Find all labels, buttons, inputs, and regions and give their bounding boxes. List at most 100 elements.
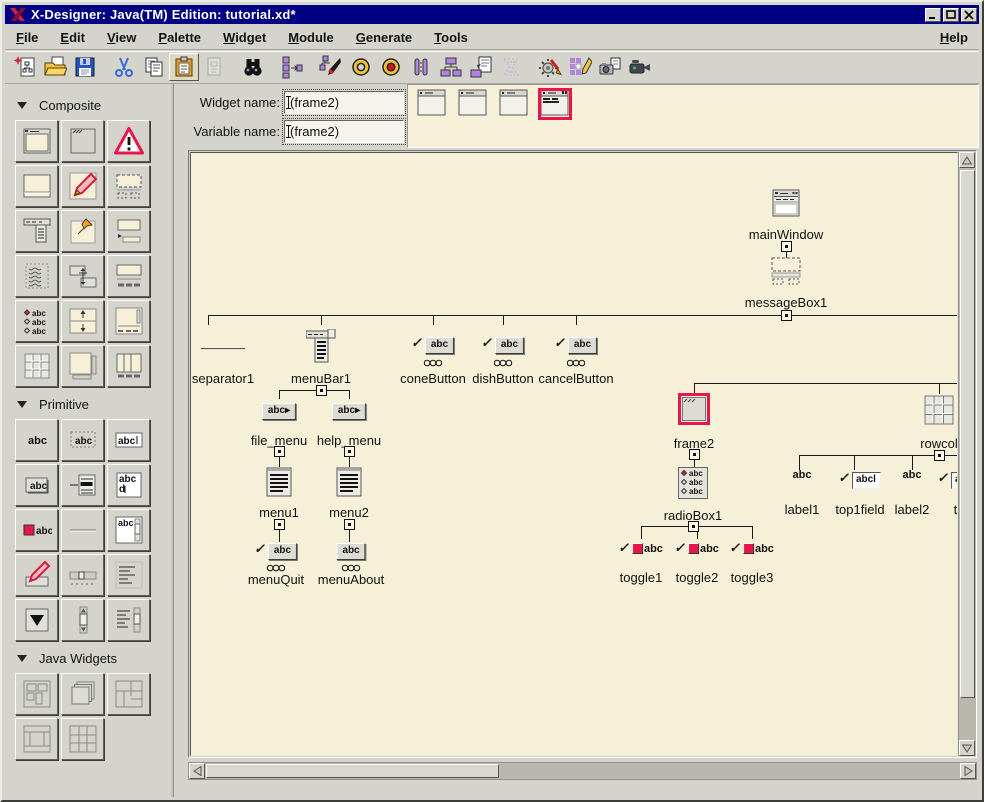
tree-node-menu1-icon[interactable]	[266, 467, 292, 497]
tree-node-frame2-expand-box[interactable]	[689, 449, 700, 460]
collapse-triangle-icon[interactable]	[17, 102, 27, 109]
structure-colors-button[interactable]	[316, 53, 346, 81]
vertical-scroll-thumb[interactable]	[960, 170, 975, 698]
palette-menubar-button[interactable]	[15, 210, 58, 252]
tree-node-coneButton-icon[interactable]: ✓abc	[412, 337, 454, 354]
paste-button[interactable]	[169, 53, 199, 81]
menu-help[interactable]: Help	[929, 27, 979, 48]
widget-name-input[interactable]: (frame2)	[284, 91, 404, 114]
edit-resources-button[interactable]	[535, 53, 565, 81]
tree-node-menuBar1-expand-box[interactable]	[316, 385, 327, 396]
palette-file-selection-button[interactable]	[107, 300, 150, 342]
palette-paned-vertical-button[interactable]	[61, 300, 104, 342]
horizontal-scroll-thumb[interactable]	[206, 764, 499, 778]
tree-node-frame2-icon[interactable]	[678, 393, 710, 425]
capture-button[interactable]	[595, 53, 625, 81]
tree-node-radioBox1-expand-box[interactable]	[688, 521, 699, 532]
tree-node-dishButton-icon[interactable]: ✓abc	[482, 337, 524, 354]
tree-node-label1-label[interactable]: label1	[785, 502, 820, 517]
collapse-triangle-icon[interactable]	[17, 655, 27, 662]
tree-node-top1field-icon[interactable]: ✓abcl	[839, 472, 881, 489]
tree-node-mainWindow-expand-box[interactable]	[781, 241, 792, 252]
palette-grid-button[interactable]	[15, 345, 58, 387]
widget-hierarchy-button[interactable]	[436, 53, 466, 81]
tree-node-messageBox1-label[interactable]: messageBox1	[745, 295, 827, 310]
vertical-scrollbar[interactable]	[958, 152, 976, 756]
tree-node-separator1-label[interactable]: separator1	[192, 371, 254, 386]
new-design-button[interactable]	[10, 53, 40, 81]
menu-file[interactable]: File	[5, 27, 49, 48]
palette-gridbag-layout-button[interactable]	[107, 673, 150, 715]
palette-list-button[interactable]	[107, 554, 150, 596]
tree-node-file_menu-expand-box[interactable]	[274, 446, 285, 457]
tree-node-menuAbout-icon[interactable]: abc	[336, 543, 365, 560]
open-file-button[interactable]	[40, 53, 70, 81]
collapse-triangle-icon[interactable]	[17, 401, 27, 408]
shell-button-3[interactable]	[498, 89, 530, 119]
tree-node-label2-icon[interactable]: abc	[903, 474, 922, 475]
shell-button-1[interactable]	[416, 89, 448, 119]
tree-node-toggle2-label[interactable]: toggle2	[676, 570, 719, 585]
palette-arrow-button-button[interactable]	[15, 599, 58, 641]
tree-node-help_menu-icon[interactable]: abc▸	[332, 403, 366, 420]
palette-warning-button[interactable]	[107, 120, 150, 162]
maximize-button[interactable]	[943, 8, 959, 22]
record-video-button[interactable]	[625, 53, 655, 81]
tree-node-radioBox1-icon[interactable]: abcabcabc	[678, 467, 708, 499]
tree-node-top2field-icon[interactable]: ✓abcl	[938, 472, 958, 489]
palette-section-java-widgets[interactable]: Java Widgets	[17, 651, 173, 666]
clear-button[interactable]	[199, 53, 229, 81]
design-hierarchy-canvas[interactable]: mainWindow messageBox1 separator1 menuBar1 ✓…	[190, 152, 958, 756]
scroll-up-arrow[interactable]	[959, 152, 975, 168]
palette-label-button[interactable]: abc	[15, 419, 58, 461]
minimize-button[interactable]	[925, 8, 941, 22]
palette-flow-layout-button[interactable]	[15, 673, 58, 715]
tree-node-menuAbout-label[interactable]: menuAbout	[318, 572, 385, 587]
tree-node-menuBar1-icon[interactable]	[306, 329, 336, 363]
close-button[interactable]	[961, 8, 977, 22]
tree-node-menuQuit-label[interactable]: menuQuit	[248, 572, 304, 587]
palette-radio-box-button[interactable]: abcabcabc	[15, 300, 58, 342]
tree-node-coneButton-label[interactable]: coneButton	[400, 371, 466, 386]
palette-separator-button[interactable]	[61, 509, 104, 551]
tree-node-top1field-label[interactable]: top1field	[835, 502, 884, 517]
tree-node-messageBox1-expand-box[interactable]	[781, 310, 792, 321]
toggle-ring-button[interactable]	[346, 53, 376, 81]
tree-node-menu2-expand-box[interactable]	[344, 519, 355, 530]
palette-scrolled-text-p-button[interactable]: abc	[107, 509, 150, 551]
palette-pinned-menu-button[interactable]	[61, 210, 104, 252]
tree-node-mainWindow-label[interactable]: mainWindow	[749, 227, 823, 242]
tree-node-label2-label[interactable]: label2	[895, 502, 930, 517]
palette-gadget-label-button[interactable]: abc	[61, 419, 104, 461]
menu-tools[interactable]: Tools	[423, 27, 479, 48]
menu-generate[interactable]: Generate	[345, 27, 423, 48]
generate-code-button[interactable]	[466, 53, 496, 81]
palette-drawn-button-button[interactable]	[15, 554, 58, 596]
tree-node-rowcol-expand-box[interactable]	[934, 450, 945, 461]
move-widget-button[interactable]	[277, 53, 307, 81]
palette-form-button[interactable]	[15, 165, 58, 207]
palette-text-field-button[interactable]: abc	[107, 419, 150, 461]
tree-node-toggle3-label[interactable]: toggle3	[731, 570, 774, 585]
tree-node-menu1-label[interactable]: menu1	[259, 505, 299, 520]
tree-node-rowcol-label[interactable]: rowcol	[920, 436, 958, 451]
tree-node-toggle2-icon[interactable]: ✓abc	[675, 543, 719, 554]
palette-scale-button[interactable]	[61, 554, 104, 596]
palette-drawing-area-button[interactable]	[61, 165, 104, 207]
radio-ring-button[interactable]	[376, 53, 406, 81]
tree-node-menuBar1-label[interactable]: menuBar1	[291, 371, 351, 386]
copy-button[interactable]	[139, 53, 169, 81]
scroll-right-arrow[interactable]	[960, 763, 976, 779]
shell-button-4[interactable]	[539, 89, 571, 119]
menu-widget[interactable]: Widget	[212, 27, 277, 48]
resize-button[interactable]	[496, 53, 526, 81]
palette-selection-box-button[interactable]	[107, 255, 150, 297]
palette-section-composite[interactable]: Composite	[17, 98, 173, 113]
palette-text-button[interactable]: abcd	[107, 464, 150, 506]
find-button[interactable]	[238, 53, 268, 81]
palette-option-menu-button[interactable]	[107, 210, 150, 252]
palette-button-box-button[interactable]	[107, 345, 150, 387]
palette-push-button-button[interactable]: abc	[15, 464, 58, 506]
palette-dialog-button[interactable]	[15, 120, 58, 162]
menu-edit[interactable]: Edit	[49, 27, 96, 48]
